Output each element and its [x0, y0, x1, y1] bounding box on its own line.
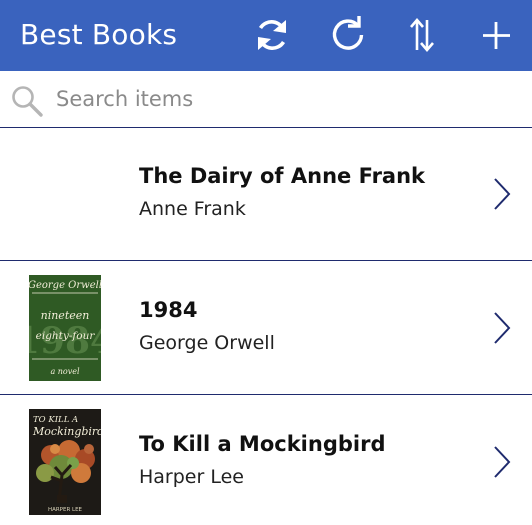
sort-button[interactable]	[398, 12, 446, 58]
app-window: Best Books Search items The Dairy of Ann…	[0, 0, 532, 525]
book-title: 1984	[139, 298, 198, 322]
sync-icon	[258, 20, 286, 50]
app-header: Best Books	[0, 0, 532, 71]
add-icon	[483, 22, 510, 49]
book-title: The Dairy of Anne Frank	[139, 164, 426, 188]
chevron-right-icon[interactable]	[490, 176, 514, 212]
refresh-icon	[332, 16, 364, 50]
cover-line2: Mockingbird	[32, 425, 101, 438]
mockingbird-cover: TO KILL A Mockingbird HARPER LEE	[29, 409, 101, 515]
cover-line1: nineteen	[41, 309, 90, 322]
list-item[interactable]: The Dairy of Anne Frank Anne Frank	[0, 128, 532, 261]
book-cover-image: TO KILL A Mockingbird HARPER LEE	[29, 409, 101, 515]
sync-button[interactable]	[248, 12, 296, 58]
cover-author: George Orwell	[29, 280, 101, 291]
cover-line1: TO KILL A	[33, 415, 78, 425]
divider	[0, 260, 532, 261]
book-cover-image: 1984 George Orwell nineteen eighty-four …	[29, 275, 101, 381]
book-author: Harper Lee	[139, 466, 244, 488]
chevron-right-icon[interactable]	[490, 310, 514, 346]
cover-author: HARPER LEE	[48, 507, 83, 513]
sort-icon	[410, 18, 434, 52]
search-input[interactable]	[56, 80, 516, 118]
list-item[interactable]: TO KILL A Mockingbird HARPER LEE To Kill…	[0, 396, 532, 525]
list-item[interactable]: 1984 George Orwell nineteen eighty-four …	[0, 262, 532, 395]
page-title: Best Books	[20, 18, 178, 51]
cover-line2: eighty-four	[36, 330, 96, 342]
chevron-right-icon[interactable]	[490, 444, 514, 480]
book-author: George Orwell	[139, 332, 275, 354]
cover-tag: a novel	[50, 367, 80, 376]
search-bar	[0, 71, 532, 128]
book-title: To Kill a Mockingbird	[139, 432, 386, 456]
search-icon	[12, 86, 43, 117]
book-author: Anne Frank	[139, 198, 246, 220]
1984-cover: 1984 George Orwell nineteen eighty-four …	[29, 275, 101, 381]
divider	[0, 394, 532, 395]
add-button[interactable]	[472, 12, 520, 58]
refresh-button[interactable]	[324, 12, 372, 58]
